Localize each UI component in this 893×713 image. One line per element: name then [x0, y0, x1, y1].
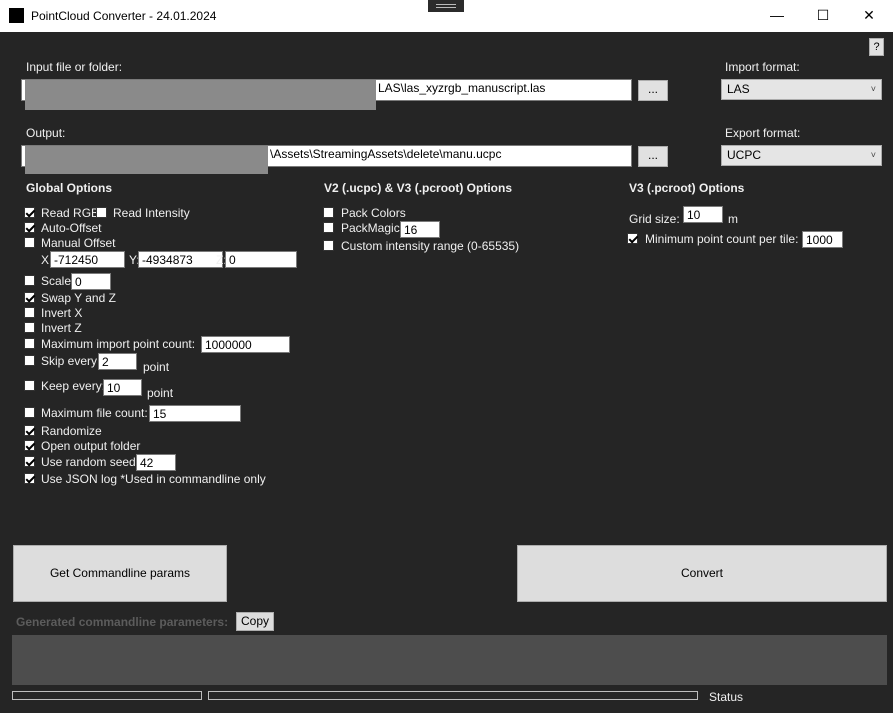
- offset-z-input[interactable]: 0: [225, 251, 297, 268]
- min-point-count-label: Minimum point count per tile:: [645, 232, 799, 246]
- maximize-button[interactable]: ☐: [800, 0, 846, 32]
- json-log-label: Use JSON log *Used in commandline only: [41, 472, 266, 486]
- auto-offset-checkbox[interactable]: [24, 222, 35, 233]
- drag-handle[interactable]: [428, 0, 464, 12]
- min-point-count-checkbox[interactable]: [627, 233, 638, 244]
- grid-size-label: Grid size:: [629, 212, 680, 226]
- randomize-checkbox[interactable]: [24, 425, 35, 436]
- pack-colors-checkbox[interactable]: [323, 207, 334, 218]
- app-icon: [9, 8, 24, 23]
- keep-every-input[interactable]: 10: [103, 379, 142, 396]
- max-import-label: Maximum import point count:: [41, 337, 196, 351]
- invert-x-checkbox[interactable]: [24, 307, 35, 318]
- random-seed-input[interactable]: 42: [136, 454, 176, 471]
- v2v3-options-title: V2 (.ucpc) & V3 (.pcroot) Options: [324, 181, 513, 195]
- keep-every-unit: point: [147, 386, 174, 400]
- max-import-input[interactable]: 1000000: [201, 336, 290, 353]
- read-rgb-label: Read RGB: [41, 206, 100, 220]
- invert-x-label: Invert X: [41, 306, 83, 320]
- auto-offset-label: Auto-Offset: [41, 221, 102, 235]
- read-rgb-checkbox[interactable]: [24, 207, 35, 218]
- pack-colors-label: Pack Colors: [341, 206, 406, 220]
- scale-label: Scale:: [41, 274, 75, 288]
- redacted-region: [25, 80, 376, 110]
- max-import-checkbox[interactable]: [24, 338, 35, 349]
- manual-offset-checkbox[interactable]: [24, 237, 35, 248]
- commandline-output-area[interactable]: [12, 635, 887, 685]
- min-point-count-input[interactable]: 1000: [802, 231, 843, 248]
- convert-button[interactable]: Convert: [517, 545, 887, 602]
- max-file-count-input[interactable]: 15: [149, 405, 241, 422]
- manual-offset-label: Manual Offset: [41, 236, 116, 250]
- offset-y-input[interactable]: -4934873: [138, 251, 223, 268]
- skip-every-unit: point: [143, 360, 170, 374]
- window-title: PointCloud Converter - 24.01.2024: [31, 9, 217, 23]
- export-format-label: Export format:: [725, 126, 801, 140]
- copy-button[interactable]: Copy: [236, 612, 274, 631]
- skip-every-checkbox[interactable]: [24, 355, 35, 366]
- json-log-checkbox[interactable]: [24, 473, 35, 484]
- read-intensity-checkbox[interactable]: [96, 207, 107, 218]
- swap-yz-label: Swap Y and Z: [41, 291, 116, 305]
- redacted-region: [25, 146, 268, 174]
- swap-yz-checkbox[interactable]: [24, 292, 35, 303]
- import-format-value: LAS: [727, 82, 750, 96]
- pack-magic-label: PackMagic:: [341, 221, 404, 235]
- max-file-count-checkbox[interactable]: [24, 407, 35, 418]
- progress-bar: [208, 691, 698, 700]
- v3-options-title: V3 (.pcroot) Options: [629, 181, 745, 195]
- pack-magic-checkbox[interactable]: [323, 222, 334, 233]
- skip-every-label: Skip every:: [41, 354, 101, 368]
- import-format-select[interactable]: LAS ˅: [721, 79, 882, 100]
- export-format-value: UCPC: [727, 148, 762, 162]
- read-intensity-label: Read Intensity: [113, 206, 190, 220]
- skip-every-input[interactable]: 2: [98, 353, 137, 370]
- randomize-label: Randomize: [41, 424, 102, 438]
- max-file-count-label: Maximum file count:: [41, 406, 148, 420]
- pack-magic-input[interactable]: 16: [400, 221, 440, 238]
- grid-size-input[interactable]: 10: [683, 206, 723, 223]
- help-button[interactable]: ?: [869, 38, 884, 56]
- minimize-button[interactable]: —: [754, 0, 800, 32]
- open-output-checkbox[interactable]: [24, 440, 35, 451]
- chevron-down-icon: ˅: [870, 150, 876, 160]
- chevron-down-icon: ˅: [870, 84, 876, 94]
- title-bar: PointCloud Converter - 24.01.2024 — ☐ ✕: [0, 0, 893, 32]
- export-format-select[interactable]: UCPC ˅: [721, 145, 882, 166]
- offset-x-input[interactable]: -712450: [50, 251, 125, 268]
- random-seed-label: Use random seed:: [41, 455, 140, 469]
- random-seed-checkbox[interactable]: [24, 456, 35, 467]
- input-browse-button[interactable]: ...: [638, 80, 668, 101]
- keep-every-checkbox[interactable]: [24, 380, 35, 391]
- custom-intensity-checkbox[interactable]: [323, 240, 334, 251]
- get-commandline-params-button[interactable]: Get Commandline params: [13, 545, 227, 602]
- close-button[interactable]: ✕: [846, 0, 892, 32]
- progress-bar: [12, 691, 202, 700]
- custom-intensity-label: Custom intensity range (0-65535): [341, 239, 520, 253]
- output-label: Output:: [26, 126, 66, 140]
- scale-input[interactable]: 0: [71, 273, 111, 290]
- scale-checkbox[interactable]: [24, 275, 35, 286]
- import-format-label: Import format:: [725, 60, 800, 74]
- global-options-title: Global Options: [26, 181, 112, 195]
- status-label: Status: [709, 690, 744, 704]
- generated-params-label: Generated commandline parameters:: [16, 615, 229, 629]
- input-label: Input file or folder:: [26, 60, 123, 74]
- invert-z-label: Invert Z: [41, 321, 82, 335]
- grid-size-unit: m: [728, 212, 738, 226]
- keep-every-label: Keep every:: [41, 379, 106, 393]
- output-browse-button[interactable]: ...: [638, 146, 668, 167]
- invert-z-checkbox[interactable]: [24, 322, 35, 333]
- open-output-label: Open output folder: [41, 439, 141, 453]
